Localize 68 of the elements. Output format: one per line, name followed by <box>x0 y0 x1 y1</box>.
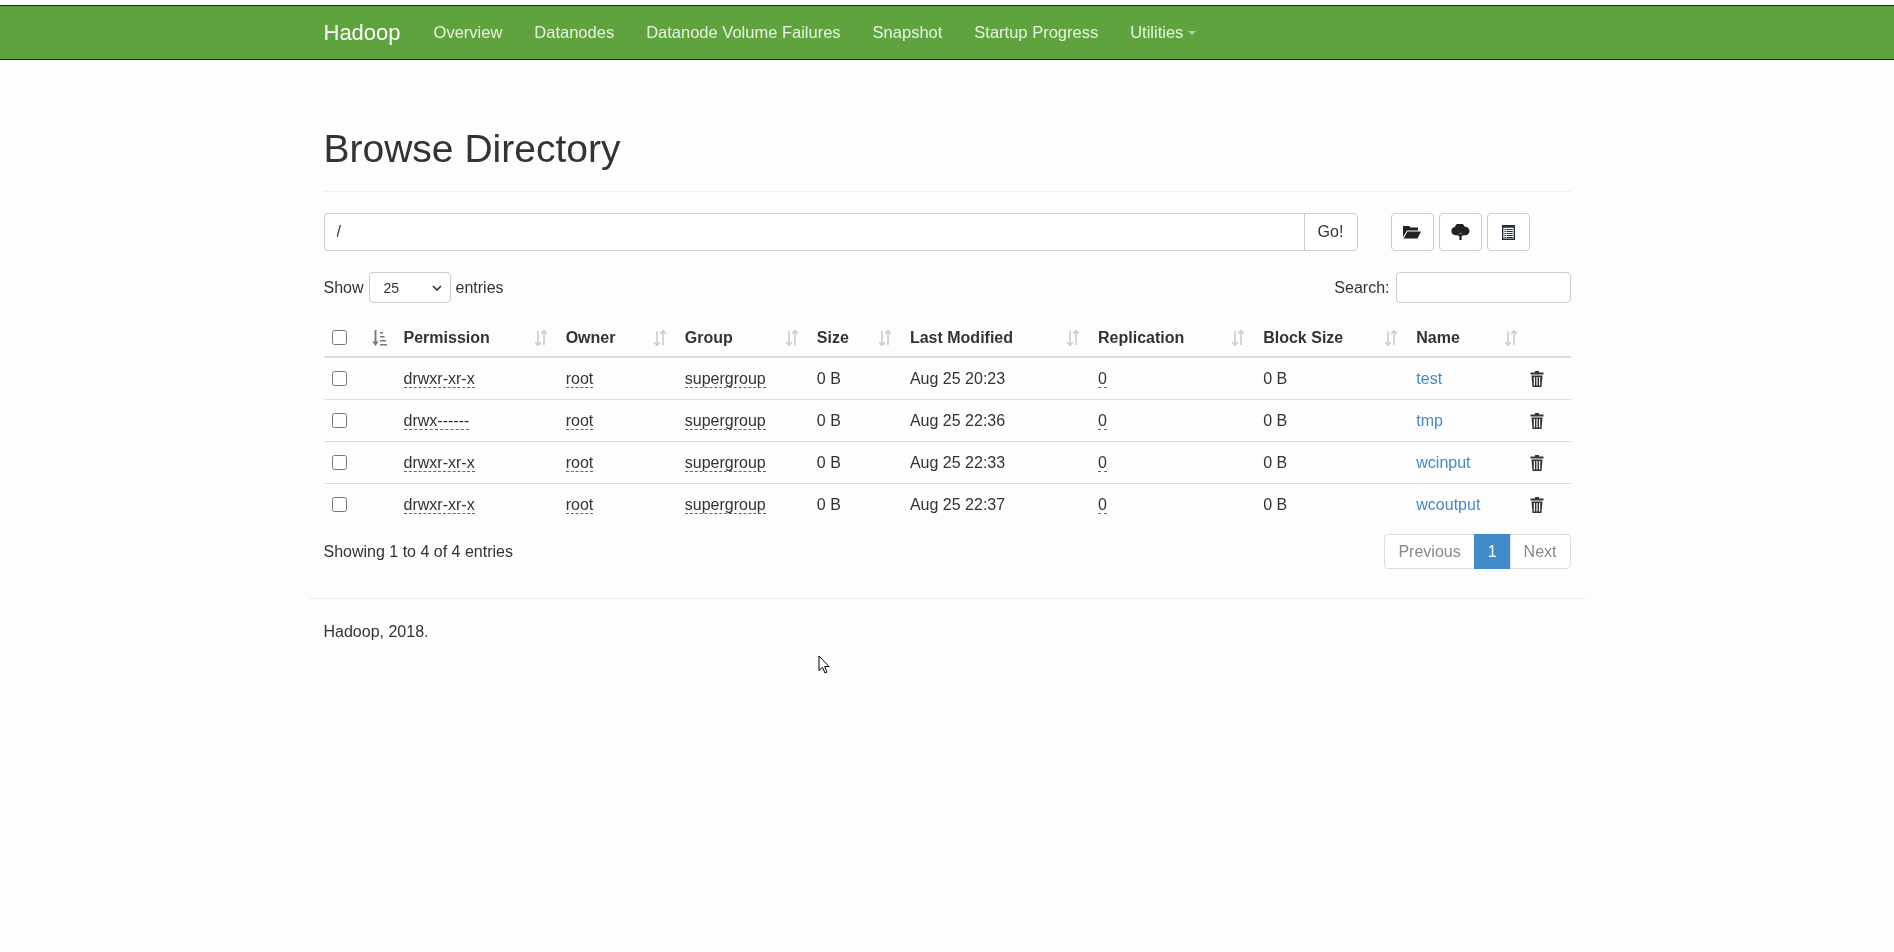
replication-link[interactable]: 0 <box>1098 453 1107 472</box>
row-checkbox[interactable] <box>331 455 347 470</box>
show-label: Show <box>323 278 364 297</box>
owner-link[interactable]: root <box>565 495 594 514</box>
owner-link[interactable]: root <box>565 369 594 388</box>
permission-link[interactable]: drwxr-xr-x <box>403 369 475 388</box>
block-size-cell: 0 B <box>1253 357 1407 400</box>
chevron-down-icon <box>431 284 442 291</box>
group-link[interactable]: supergroup <box>684 369 766 388</box>
modified-cell: Aug 25 22:36 <box>899 399 1089 442</box>
block-size-cell: 0 B <box>1253 483 1407 525</box>
entries-info: Showing 1 to 4 of 4 entries <box>323 542 513 561</box>
upload-button[interactable] <box>1438 213 1482 251</box>
column-header[interactable]: Name <box>1416 328 1519 347</box>
footer-text: Hadoop, 2018. <box>323 623 429 640</box>
row-checkbox[interactable] <box>331 371 347 386</box>
entries-label: entries <box>455 278 504 297</box>
go-button[interactable]: Go! <box>1303 213 1358 251</box>
column-header[interactable]: Permission <box>403 328 548 347</box>
modified-cell: Aug 25 22:37 <box>899 483 1089 525</box>
replication-link[interactable]: 0 <box>1098 411 1107 430</box>
size-cell: 0 B <box>806 357 900 400</box>
replication-link[interactable]: 0 <box>1098 369 1107 388</box>
mouse-cursor-icon <box>818 655 830 674</box>
trash-icon[interactable] <box>1530 412 1545 429</box>
name-link[interactable]: wcoutput <box>1416 495 1481 513</box>
size-cell: 0 B <box>806 483 900 525</box>
page-button[interactable]: 1 <box>1473 534 1511 569</box>
row-checkbox[interactable] <box>331 497 347 512</box>
list-icon <box>1501 224 1515 240</box>
name-link[interactable]: wcinput <box>1416 453 1471 471</box>
modified-cell: Aug 25 22:33 <box>899 441 1089 484</box>
trash-icon[interactable] <box>1530 496 1545 513</box>
entries-select[interactable]: 25 <box>368 272 451 303</box>
block-size-cell: 0 B <box>1253 399 1407 442</box>
row-checkbox[interactable] <box>331 413 347 428</box>
permission-link[interactable]: drwx------ <box>403 411 470 430</box>
group-link[interactable]: supergroup <box>684 411 766 430</box>
column-header[interactable]: Replication <box>1098 328 1246 347</box>
column-header[interactable]: Size <box>816 328 892 347</box>
page-title: Browse Directory <box>323 127 622 171</box>
owner-link[interactable]: root <box>565 411 594 430</box>
list-button[interactable] <box>1486 213 1530 251</box>
permission-link[interactable]: drwxr-xr-x <box>403 495 475 514</box>
folder-icon <box>1403 225 1421 239</box>
block-size-cell: 0 B <box>1253 441 1407 484</box>
trash-icon[interactable] <box>1530 454 1545 471</box>
column-header[interactable]: Group <box>684 328 799 347</box>
column-header[interactable]: Last Modified <box>909 328 1081 347</box>
group-link[interactable]: supergroup <box>684 495 766 514</box>
path-field[interactable]: / <box>323 213 1305 251</box>
trash-icon[interactable] <box>1530 370 1545 387</box>
column-header[interactable]: Block Size <box>1263 328 1399 347</box>
column-header[interactable]: Owner <box>565 328 667 347</box>
select-all-checkbox[interactable] <box>331 330 347 345</box>
owner-link[interactable]: root <box>565 453 594 472</box>
search-field[interactable] <box>1395 272 1571 303</box>
size-cell: 0 B <box>806 441 900 484</box>
search-label: Search: <box>1334 278 1390 297</box>
replication-link[interactable]: 0 <box>1098 495 1107 514</box>
permission-link[interactable]: drwxr-xr-x <box>403 453 475 472</box>
group-link[interactable]: supergroup <box>684 453 766 472</box>
cloud-upload-icon <box>1450 224 1470 240</box>
name-link[interactable]: test <box>1416 369 1443 387</box>
size-cell: 0 B <box>806 399 900 442</box>
name-link[interactable]: tmp <box>1416 411 1443 429</box>
modified-cell: Aug 25 20:23 <box>899 357 1089 400</box>
folder-button[interactable] <box>1390 213 1434 251</box>
